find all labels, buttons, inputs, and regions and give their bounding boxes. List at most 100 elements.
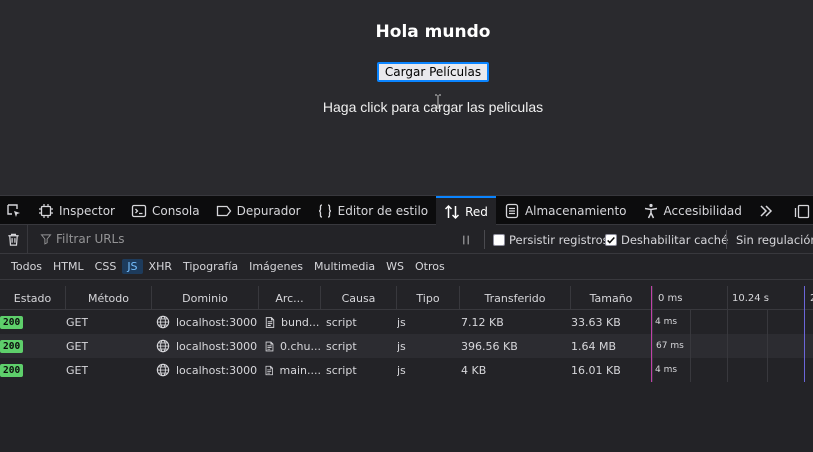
column-status[interactable]: Estado [0,286,66,310]
text-cursor-icon [435,94,441,110]
waterfall-gridline [767,310,768,382]
method-cell: GET [66,339,89,353]
domain-cell: localhost:3000 [156,310,257,334]
trash-icon [8,233,19,246]
file-name: bund... [281,315,320,329]
checkmark-icon [607,236,615,244]
requests-table-header: Estado Método Dominio Arc... Causa Tipo … [0,286,813,310]
filter-fonts[interactable]: Tipografía [178,259,243,274]
timeline-tick: 2 [806,286,813,310]
persist-logs-toggle[interactable]: Persistir registros [493,225,609,254]
transferred-cell: 4 KB [461,363,487,377]
load-movies-button[interactable]: Cargar Películas [377,62,489,82]
element-picker-icon [7,203,20,217]
file-name: 0.chu... [280,339,321,353]
waterfall-gridline [690,310,691,382]
transferred-cell: 7.12 KB [461,315,504,329]
file-name: main.... [279,363,321,377]
requests-table: Estado Método Dominio Arc... Causa Tipo … [0,286,813,382]
tab-inspector[interactable]: Inspector [30,196,123,225]
domain-cell: localhost:3000 [156,334,257,358]
filter-xhr[interactable]: XHR [144,259,177,274]
table-row[interactable]: 200 GET localhost:3000 bund... script js… [0,310,813,334]
url-filter-input[interactable] [56,232,356,246]
tab-label: Inspector [59,203,115,218]
more-tools-button[interactable] [750,196,782,225]
tab-style-editor[interactable]: Editor de estilo [309,196,437,225]
dom-loaded-marker [651,286,652,382]
timeline-tick: 0 ms [658,292,683,304]
file-icon [265,365,273,375]
divider [726,230,727,249]
disable-cache-checkbox[interactable] [605,233,617,246]
clear-requests-button[interactable] [0,224,28,254]
domain-text: localhost:3000 [176,339,258,353]
element-picker-button[interactable] [0,196,30,225]
filter-icon [40,234,52,245]
page-content: Hola mundo Cargar Películas Haga click p… [0,0,813,195]
filter-media[interactable]: Multimedia [309,259,380,274]
globe-icon [156,363,170,377]
dock-side-button[interactable] [791,196,813,225]
method-cell: GET [66,363,89,377]
style-editor-icon [318,203,331,218]
network-icon [445,204,460,219]
request-type-filters: Todos HTML CSS JS XHR Tipografía Imágene… [0,254,813,280]
url-filter [28,232,438,246]
pause-icon [463,235,469,244]
tab-network[interactable]: Red [436,196,496,225]
file-icon [265,341,274,351]
column-domain[interactable]: Dominio [152,286,259,310]
table-row[interactable]: 200 GET localhost:3000 main.... script j… [0,358,813,382]
chevron-double-right-icon [760,204,772,217]
column-method[interactable]: Método [66,286,152,310]
column-file[interactable]: Arc... [259,286,321,310]
disable-cache-label: Deshabilitar caché [621,232,729,247]
column-type[interactable]: Tipo [397,286,460,310]
domain-text: localhost:3000 [176,315,258,329]
cause-cell: script [326,315,357,329]
filter-html[interactable]: HTML [48,259,89,274]
page-title: Hola mundo [375,22,491,42]
domain-cell: localhost:3000 [156,358,257,382]
column-cause[interactable]: Causa [321,286,397,310]
table-row[interactable]: 200 GET localhost:3000 0.chu... script j… [0,334,813,358]
filter-js[interactable]: JS [122,259,143,274]
pause-recording-button[interactable] [455,231,477,248]
devtools-panel: Inspector Consola Depurador Editor de es… [0,195,813,452]
filter-images[interactable]: Imágenes [244,259,308,274]
tab-debugger[interactable]: Depurador [208,196,309,225]
type-cell: js [397,339,406,353]
filter-all[interactable]: Todos [6,259,47,274]
console-icon [131,204,147,217]
size-cell: 1.64 MB [571,339,617,353]
method-cell: GET [66,315,89,329]
cause-cell: script [326,339,357,353]
tab-label: Red [465,204,488,219]
tab-accessibility[interactable]: Accesibilidad [635,196,750,225]
tab-console[interactable]: Consola [123,196,208,225]
status-badge: 200 [0,339,24,353]
persist-logs-label: Persistir registros [509,232,609,247]
accessibility-icon [644,203,657,218]
filter-ws[interactable]: WS [381,259,409,274]
devtools-toolbar: Inspector Consola Depurador Editor de es… [0,196,813,225]
timeline-tick: 10.24 s [732,292,770,304]
tab-label: Depurador [236,203,301,218]
persist-logs-checkbox[interactable] [493,233,505,246]
disable-cache-toggle[interactable]: Deshabilitar caché [605,225,728,254]
inspector-icon [39,203,53,218]
waterfall-timing: 4 ms [655,317,678,327]
network-filter-bar: Persistir registros Deshabilitar caché S… [0,224,813,254]
column-transferred[interactable]: Transferido [460,286,571,310]
filter-css[interactable]: CSS [90,259,122,274]
globe-icon [156,315,170,329]
throttling-select[interactable]: Sin regulación [736,225,813,254]
filter-other[interactable]: Otros [410,259,450,274]
tab-label: Almacenamiento [524,203,627,218]
status-badge: 200 [0,363,24,377]
dock-icon [794,204,810,218]
tab-storage[interactable]: Almacenamiento [496,196,635,225]
file-cell: bund... [264,310,321,334]
column-size[interactable]: Tamaño [571,286,652,310]
